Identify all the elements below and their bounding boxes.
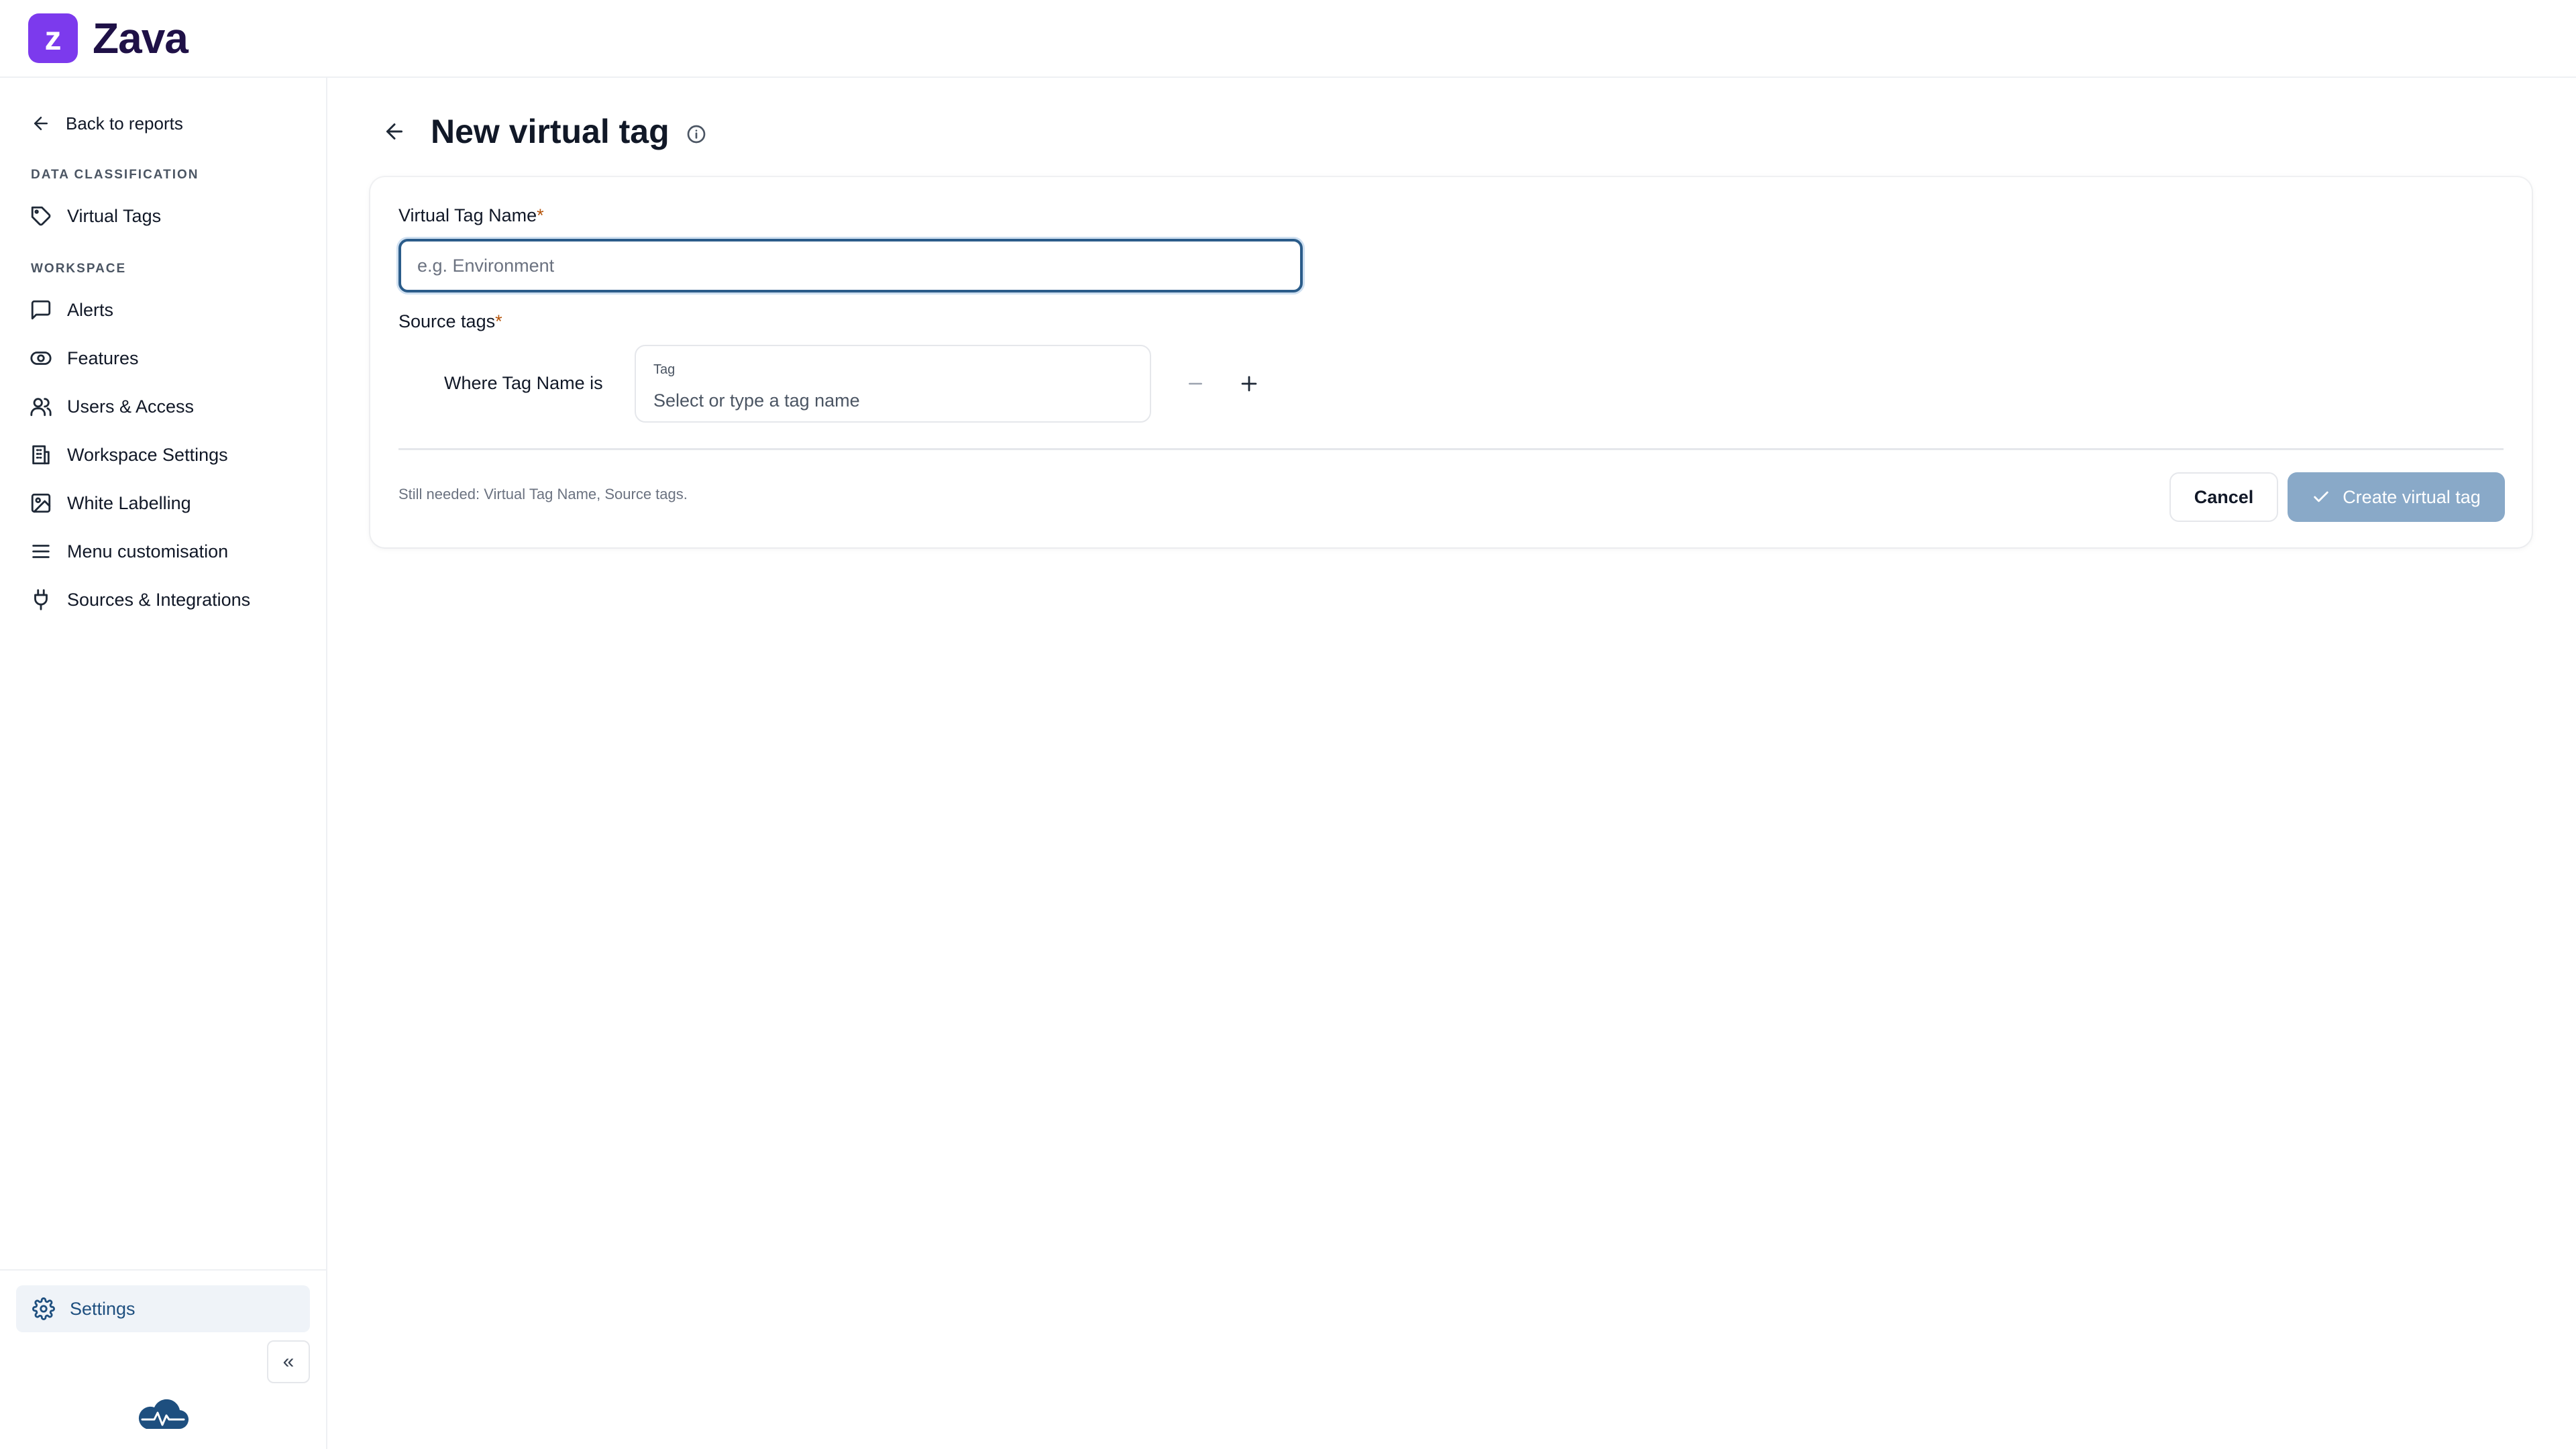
brand-name: Zava bbox=[93, 14, 189, 62]
back-arrow-icon[interactable] bbox=[382, 119, 407, 144]
remove-condition-button[interactable] bbox=[1179, 368, 1212, 400]
gear-icon bbox=[32, 1297, 55, 1320]
back-to-reports-label: Back to reports bbox=[66, 113, 183, 133]
tag-field-placeholder: Select or type a tag name bbox=[653, 390, 860, 411]
cancel-button[interactable]: Cancel bbox=[2169, 472, 2278, 522]
create-virtual-tag-button[interactable]: Create virtual tag bbox=[2288, 472, 2505, 522]
sidebar-item-workspace-settings[interactable]: Workspace Settings bbox=[30, 435, 228, 475]
brand-mark: z bbox=[28, 13, 78, 63]
sidebar-divider bbox=[0, 1269, 326, 1271]
cloud-pulse-logo-icon bbox=[138, 1399, 189, 1430]
sidebar-item-label: Settings bbox=[70, 1298, 136, 1319]
sidebar-item-sources-integrations[interactable]: Sources & Integrations bbox=[30, 580, 250, 620]
section-label-data-classification: DATA CLASSIFICATION bbox=[31, 168, 199, 182]
brand-logo[interactable]: z Zava bbox=[28, 13, 189, 63]
sidebar-item-label: Sources & Integrations bbox=[67, 589, 251, 610]
info-icon[interactable] bbox=[686, 123, 707, 145]
sidebar-item-virtual-tags[interactable]: Virtual Tags bbox=[30, 196, 161, 236]
sidebar-item-settings[interactable]: Settings bbox=[16, 1285, 310, 1332]
create-virtual-tag-label: Create virtual tag bbox=[2343, 486, 2481, 507]
menu-icon bbox=[32, 545, 50, 558]
required-marker: * bbox=[537, 205, 544, 225]
tag-select-field[interactable]: Tag Select or type a tag name bbox=[635, 345, 1151, 423]
sidebar: Back to reports DATA CLASSIFICATION Virt… bbox=[0, 78, 327, 1449]
add-condition-button[interactable] bbox=[1233, 368, 1265, 400]
form-divider bbox=[398, 448, 2504, 450]
eye-icon bbox=[30, 352, 52, 365]
virtual-tag-form-card: Virtual Tag Name* Source tags* Where Tag… bbox=[370, 177, 2532, 547]
plus-icon bbox=[1241, 376, 1257, 392]
arrow-left-icon bbox=[34, 117, 48, 130]
sidebar-item-label: Menu customisation bbox=[67, 541, 229, 561]
users-icon bbox=[30, 398, 52, 417]
sidebar-item-alerts[interactable]: Alerts bbox=[30, 290, 113, 330]
back-to-reports-link[interactable]: Back to reports bbox=[31, 105, 183, 142]
top-bar: z Zava bbox=[0, 0, 2576, 78]
source-tags-label: Source tags* bbox=[398, 311, 502, 332]
sidebar-item-menu-customisation[interactable]: Menu customisation bbox=[30, 531, 228, 572]
app-root: z Zava Back to reports DATA CLASSIFICATI… bbox=[0, 0, 2576, 1449]
sidebar-item-label: Virtual Tags bbox=[67, 205, 162, 226]
message-square-icon bbox=[31, 300, 51, 320]
sidebar-item-label: Alerts bbox=[67, 299, 114, 320]
check-icon bbox=[2314, 491, 2328, 502]
source-tags-label-text: Source tags bbox=[398, 311, 496, 331]
tag-icon bbox=[31, 206, 51, 226]
sidebar-item-white-labelling[interactable]: White Labelling bbox=[30, 483, 191, 523]
sidebar-item-users-access[interactable]: Users & Access bbox=[30, 386, 194, 427]
image-icon bbox=[31, 493, 51, 513]
sidebar-item-label: White Labelling bbox=[67, 492, 191, 513]
sidebar-item-label: Features bbox=[67, 347, 139, 368]
collapse-sidebar-button[interactable]: « bbox=[267, 1340, 310, 1383]
plug-icon bbox=[34, 589, 48, 610]
sidebar-item-label: Users & Access bbox=[67, 396, 195, 417]
virtual-tag-name-label: Virtual Tag Name* bbox=[398, 205, 544, 226]
sidebar-item-features[interactable]: Features bbox=[30, 338, 139, 378]
where-tag-name-is-text: Where Tag Name is bbox=[444, 373, 603, 393]
validation-hint: Still needed: Virtual Tag Name, Source t… bbox=[398, 486, 688, 502]
required-marker: * bbox=[495, 311, 502, 331]
virtual-tag-name-label-text: Virtual Tag Name bbox=[398, 205, 537, 225]
sidebar-item-label: Workspace Settings bbox=[67, 444, 228, 465]
page-title: New virtual tag bbox=[431, 113, 669, 150]
minus-icon bbox=[1189, 382, 1202, 385]
section-label-workspace: WORKSPACE bbox=[31, 262, 127, 276]
building-icon bbox=[32, 445, 50, 465]
tag-field-label: Tag bbox=[653, 362, 676, 377]
chevrons-left-icon: « bbox=[282, 1350, 294, 1373]
virtual-tag-name-input[interactable] bbox=[398, 239, 1303, 292]
page-header: New virtual tag bbox=[382, 107, 707, 156]
